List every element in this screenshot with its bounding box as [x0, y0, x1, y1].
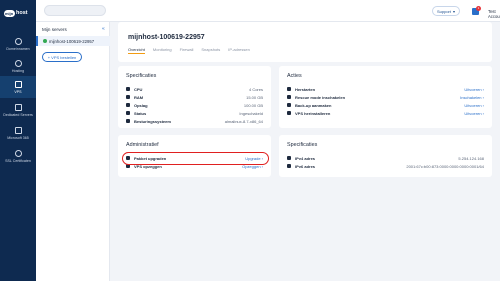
- card-title: Specificaties: [287, 142, 318, 148]
- rack-icon: [14, 103, 22, 111]
- shield-icon: [14, 149, 22, 157]
- action-label: Rescue mode inschakelen: [295, 94, 346, 100]
- spec-value: 4 Cores: [248, 86, 263, 92]
- logo-mark: mijn: [4, 9, 15, 17]
- network-card: Specificaties IPv4 adres 5.254.124.168 I…: [279, 135, 492, 177]
- tab-snapshots[interactable]: Snapshots: [201, 47, 220, 54]
- cart-button[interactable]: 1: [472, 6, 481, 16]
- actions-card: Acties Herstarten Uitvoeren › Rescue mod…: [279, 66, 492, 128]
- spec-label: CPU: [134, 86, 143, 92]
- restart-icon: [287, 87, 291, 91]
- cloud-icon: [14, 59, 22, 67]
- nav-label: Microsoft 365: [7, 135, 29, 140]
- action-link-rescue[interactable]: Inschakelen ›: [460, 94, 484, 100]
- status-icon: [126, 111, 130, 115]
- nav-label: SSL Certificaten: [5, 158, 31, 163]
- action-label: VPS herinstalleren: [295, 110, 331, 116]
- support-button[interactable]: Support ▾: [432, 6, 460, 16]
- network-row-ipv4: IPv4 adres: [287, 155, 315, 161]
- nav-item-domeinnamen[interactable]: Domeinnamen: [0, 33, 36, 55]
- nav-label: VPS: [14, 89, 22, 94]
- page-title: mijnhost-100619-22957: [128, 34, 205, 41]
- ipv6-icon: [287, 164, 291, 168]
- action-row-backup: Back-up aanmaken: [287, 102, 331, 108]
- search-input[interactable]: [44, 5, 106, 16]
- logo[interactable]: mijn host: [4, 8, 34, 18]
- reinstall-icon: [287, 111, 291, 115]
- nav-label: Hosting: [11, 68, 25, 73]
- tabs: Overzicht Monitoring Firewall Snapshots …: [128, 47, 250, 54]
- specs-card: Specificaties CPU 4 Cores RAM 15.00 GB O…: [118, 66, 271, 128]
- action-label: Back-up aanmaken: [295, 102, 332, 108]
- spec-row-opslag: Opslag: [126, 102, 148, 108]
- os-icon: [126, 119, 130, 123]
- action-row-rescue: Rescue mode inschakelen: [287, 94, 345, 100]
- spec-row-status: Status: [126, 110, 146, 116]
- support-label: Support: [436, 8, 451, 14]
- backup-icon: [287, 103, 291, 107]
- status-dot-icon: [43, 39, 47, 43]
- spec-row-ram: RAM: [126, 94, 143, 100]
- action-link-backup[interactable]: Uitvoeren ›: [464, 102, 484, 108]
- card-title: Acties: [287, 73, 302, 79]
- ipv4-icon: [287, 156, 291, 160]
- order-vps-button[interactable]: + VPS bestellen: [42, 52, 82, 62]
- servers-title: Mijn servers: [42, 27, 67, 32]
- server-header: mijnhost-100619-22957 Overzicht Monitori…: [118, 22, 492, 62]
- nav-item-dedicated-servers[interactable]: Dedicated Servers: [0, 99, 36, 121]
- server-list-item[interactable]: mijnhost-100619-22957: [36, 36, 110, 46]
- spec-label: Status: [134, 110, 147, 116]
- server-icon: [14, 80, 22, 88]
- spec-label: RAM: [134, 94, 144, 100]
- network-label: IPv6 adres: [295, 163, 316, 169]
- action-label: Herstarten: [295, 86, 316, 92]
- nav-item-microsoft-365[interactable]: Microsoft 365: [0, 122, 36, 144]
- servers-panel: Mijn servers « mijnhost-100619-22957 + V…: [36, 22, 110, 281]
- card-title: Specificaties: [126, 73, 157, 79]
- tab-ip-adressen[interactable]: IP-adressen: [228, 47, 250, 54]
- action-row-reinstall: VPS herinstalleren: [287, 110, 330, 116]
- account-name[interactable]: Test Account: [488, 9, 500, 19]
- nav-item-hosting[interactable]: Hosting: [0, 55, 36, 77]
- collapse-panel-icon[interactable]: «: [102, 26, 105, 32]
- spec-row-os: Besturingssysteem: [126, 118, 171, 124]
- spec-value: Ingeschakeld: [239, 110, 263, 116]
- card-title: Administratief: [126, 142, 159, 148]
- nav-item-ssl-certificaten[interactable]: SSL Certificaten: [0, 145, 36, 167]
- spec-label: Opslag: [134, 102, 148, 108]
- spec-row-cpu: CPU: [126, 86, 142, 92]
- tab-monitoring[interactable]: Monitoring: [153, 47, 172, 54]
- tab-overzicht[interactable]: Overzicht: [128, 47, 145, 54]
- cart-count-badge: 1: [476, 6, 481, 11]
- nav-label: Dedicated Servers: [3, 112, 33, 117]
- action-link-herstarten[interactable]: Uitvoeren ›: [464, 86, 484, 92]
- chevron-down-icon: ▾: [453, 8, 456, 14]
- topbar: Support ▾ 1 Test Account TA: [36, 0, 500, 22]
- spec-value: 15.00 GB: [246, 94, 263, 100]
- ipv4-value: 5.254.124.168: [458, 155, 484, 161]
- windows-icon: [14, 126, 22, 134]
- highlight-annotation: [122, 152, 269, 165]
- nav-item-vps[interactable]: VPS: [0, 76, 36, 98]
- action-row-herstarten: Herstarten: [287, 86, 315, 92]
- ipv6-value: 2001:67c:b00:873:0000:0000:0000:0001/64: [406, 163, 484, 169]
- globe-icon: [14, 37, 22, 45]
- nav-label: Domeinnamen: [6, 46, 30, 51]
- server-name: mijnhost-100619-22957: [49, 38, 95, 44]
- ram-icon: [126, 95, 130, 99]
- tab-firewall[interactable]: Firewall: [180, 47, 194, 54]
- network-row-ipv6: IPv6 adres: [287, 163, 315, 169]
- main-nav: mijn host Domeinnamen Hosting VPS Dedica…: [0, 0, 36, 281]
- spec-value: almalinux-8.7-x86_64: [224, 118, 263, 124]
- rescue-icon: [287, 95, 291, 99]
- storage-icon: [126, 103, 130, 107]
- network-label: IPv4 adres: [295, 155, 316, 161]
- logo-text: host: [16, 10, 28, 16]
- action-link-reinstall[interactable]: Uitvoeren ›: [464, 110, 484, 116]
- spec-label: Besturingssysteem: [134, 118, 171, 124]
- cpu-icon: [126, 87, 130, 91]
- spec-value: 100.00 GB: [243, 102, 263, 108]
